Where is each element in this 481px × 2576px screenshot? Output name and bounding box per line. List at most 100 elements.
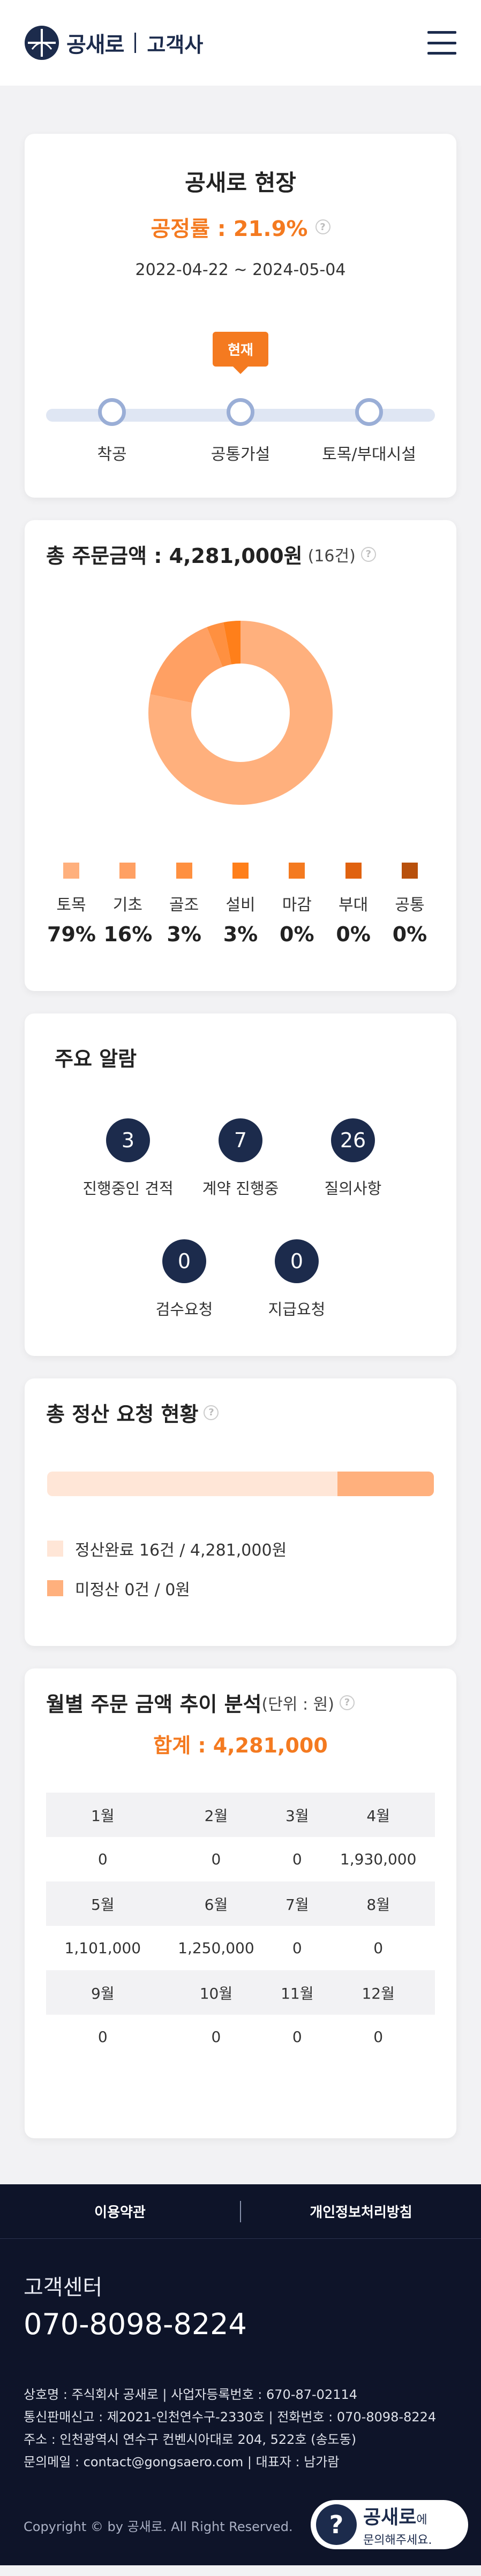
legend-name: 기초 — [112, 896, 142, 914]
month-value: 0 — [373, 1939, 384, 1957]
terms-link[interactable]: 이용약관 — [0, 2201, 240, 2221]
settlement-done-text: 정산완료 16건 / 4,281,000원 — [75, 1541, 287, 1560]
settlement-title-row: 총 정산 요청 현황 ? — [46, 1398, 435, 1427]
alerts-card: 주요 알람 3 진행중인 견적 7 계약 진행중 26 질의사항 0 검수요청 … — [25, 1013, 456, 1356]
legend-swatch — [47, 1541, 63, 1557]
help-icon[interactable]: ? — [360, 546, 376, 562]
progress-rate-row: 공정률 : 21.9% ? — [25, 211, 456, 242]
menu-bar — [427, 52, 456, 55]
monthly-title-row: 월별 주문 금액 추이 분석 (단위 : 원) ? — [46, 1688, 435, 1717]
alert-label: 계약 진행중 — [202, 1179, 279, 1198]
chat-brand: 공새로 — [363, 2506, 417, 2528]
customer-center-phone[interactable]: 070-8098-8224 — [24, 2307, 247, 2341]
month-value: 0 — [97, 2028, 108, 2046]
order-count: (16건) — [307, 546, 356, 566]
month-value-row: 0 0 0 1,930,000 — [46, 1837, 435, 1881]
month-value: 0 — [292, 2028, 302, 2046]
brand-name: 공새로 — [66, 33, 124, 57]
legend-name: 부대 — [339, 896, 369, 914]
settlement-bar — [47, 1472, 434, 1496]
settlement-pending-fill — [337, 1472, 434, 1496]
monthly-total: 합계 : 4,281,000 — [153, 1734, 328, 1757]
stage-item: 토목/부대시설 — [289, 398, 449, 464]
alert-item-questions[interactable]: 26 질의사항 — [307, 1118, 399, 1199]
legend-name: 마감 — [282, 896, 312, 914]
month-label: 11월 — [273, 1970, 322, 2015]
legend-swatch — [232, 863, 249, 879]
help-icon[interactable]: ? — [204, 1405, 219, 1420]
month-label: 1월 — [46, 1793, 160, 1837]
legend-swatch — [63, 863, 79, 879]
legend-percent: 3% — [167, 923, 201, 946]
month-header-row: 9월 10월 11월 12월 — [46, 1970, 435, 2015]
customer-center-title: 고객센터 — [24, 2275, 103, 2300]
site-progress-card: 공새로 현장 공정률 : 21.9% ? 2022-04-22 ~ 2024-0… — [25, 134, 456, 498]
legend-swatch — [401, 863, 418, 879]
month-label: 6월 — [159, 1881, 273, 1926]
stage-label: 토목/부대시설 — [322, 445, 416, 464]
alert-label: 검수요청 — [155, 1300, 213, 1319]
help-icon[interactable]: ? — [339, 1695, 355, 1710]
alert-item-inspection[interactable]: 0 검수요청 — [139, 1239, 230, 1320]
legend-item: 마감 0% — [273, 863, 321, 946]
settlement-card: 총 정산 요청 현황 ? 정산완료 16건 / 4,281,000원 미정산 0… — [25, 1378, 456, 1646]
alert-label: 진행중인 견적 — [82, 1179, 174, 1198]
alert-item-contracts[interactable]: 7 계약 진행중 — [195, 1118, 286, 1199]
month-value: 0 — [292, 1850, 302, 1868]
legend-swatch — [47, 1580, 63, 1596]
privacy-link[interactable]: 개인정보처리방침 — [241, 2201, 481, 2221]
brand-logo[interactable]: 공새로 고객사 — [25, 26, 203, 60]
monthly-title: 월별 주문 금액 추이 분석 — [46, 1693, 262, 1716]
month-value: 1,250,000 — [178, 1939, 254, 1957]
legend-name: 토목 — [56, 896, 86, 914]
alert-item-quotes[interactable]: 3 진행중인 견적 — [82, 1118, 174, 1199]
legend-percent: 0% — [336, 923, 371, 946]
top-header: 공새로 고객사 — [0, 0, 481, 86]
month-label: 8월 — [321, 1881, 435, 1926]
legend-name: 설비 — [226, 896, 255, 914]
month-label: 7월 — [273, 1881, 322, 1926]
monthly-table: 1월 2월 3월 4월 0 0 0 1,930,000 5월 6월 7월 8월 1,101,000 1,2… — [46, 1793, 435, 2059]
chat-suffix: 에 — [416, 2513, 427, 2527]
legend-item: 설비 3% — [216, 863, 265, 946]
month-header-row: 5월 6월 7월 8월 — [46, 1881, 435, 1926]
company-info-line: 문의메일 : contact@gongsaero.com | 대표자 : 남가람 — [24, 2455, 340, 2470]
legend-item: 골조 3% — [160, 863, 208, 946]
alert-item-payment[interactable]: 0 지급요청 — [251, 1239, 342, 1320]
legend-percent: 0% — [392, 923, 427, 946]
month-label: 10월 — [159, 1970, 273, 2015]
order-total-title-row: 총 주문금액 : 4,281,000원 (16건) ? — [46, 539, 435, 569]
logo-mark-icon — [25, 26, 59, 60]
stage-dot — [98, 398, 126, 426]
current-badge: 현재 — [213, 332, 268, 374]
legend-swatch — [289, 863, 305, 879]
month-value-row: 1,101,000 1,250,000 0 0 — [46, 1926, 435, 1970]
order-donut-chart — [148, 621, 333, 805]
month-label: 9월 — [46, 1970, 160, 2015]
legend-percent: 79% — [47, 923, 96, 946]
order-total-card: 총 주문금액 : 4,281,000원 (16건) ? 토목 79% 기초 16% 골조… — [25, 520, 456, 991]
progress-rate: 공정률 : 21.9% — [151, 217, 308, 241]
legend-percent: 3% — [223, 923, 258, 946]
legend-percent: 0% — [280, 923, 314, 946]
month-label: 3월 — [273, 1793, 322, 1837]
month-value: 0 — [211, 1850, 221, 1868]
month-value: 0 — [292, 1939, 302, 1957]
help-icon[interactable]: ? — [315, 219, 330, 234]
alert-count: 26 — [331, 1118, 375, 1162]
site-period: 2022-04-22 ~ 2024-05-04 — [135, 261, 346, 279]
company-info: 상호명 : 주식회사 공새로 | 사업자등록번호 : 670-87-02114 … — [24, 2383, 436, 2473]
brand-divider — [134, 33, 137, 53]
order-total-title: 총 주문금액 : 4,281,000원 — [46, 544, 303, 568]
chat-inquiry-button[interactable]: ? 공새로에 문의해주세요. — [311, 2500, 468, 2549]
alert-count: 3 — [106, 1118, 150, 1162]
monthly-unit: (단위 : 원) — [261, 1695, 334, 1714]
alert-count: 0 — [162, 1239, 206, 1283]
menu-icon[interactable] — [427, 31, 456, 55]
footer: 이용약관 개인정보처리방침 고객센터 070-8098-8224 상호명 : 주… — [0, 2184, 481, 2565]
monthly-trend-card: 월별 주문 금액 추이 분석 (단위 : 원) ? 합계 : 4,281,000 … — [25, 1668, 456, 2138]
legend-swatch — [176, 863, 192, 879]
alert-label: 질의사항 — [324, 1179, 382, 1198]
legend-swatch — [345, 863, 362, 879]
month-value-row: 0 0 0 0 — [46, 2015, 435, 2059]
